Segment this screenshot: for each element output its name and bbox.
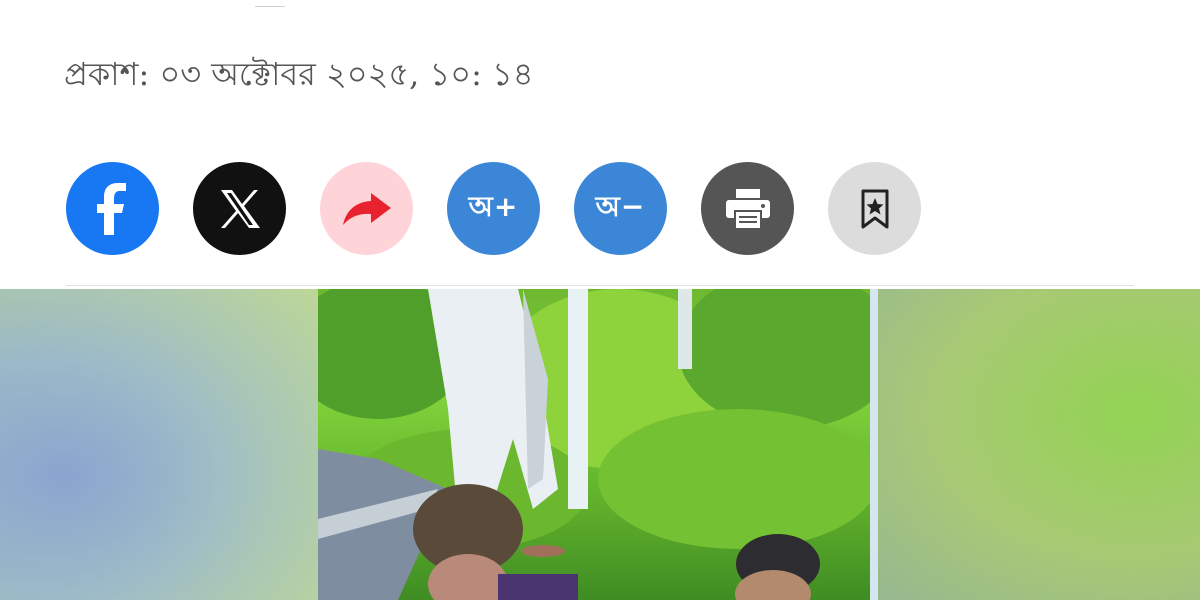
bookmark-star-icon — [861, 189, 888, 228]
font-decrease-button[interactable]: অ− — [574, 162, 667, 255]
bookmark-button[interactable] — [828, 162, 921, 255]
x-icon — [220, 189, 260, 228]
facebook-icon — [96, 182, 126, 235]
divider — [66, 285, 1134, 286]
share-button[interactable] — [320, 162, 413, 255]
share-arrow-icon — [342, 192, 391, 225]
hero-image — [0, 289, 1200, 600]
top-partial-element — [255, 0, 285, 7]
font-decrease-label: অ− — [595, 190, 646, 223]
publish-date: প্রকাশ: ০৩ অক্টোবর ২০২৫, ১০: ১৪ — [64, 55, 534, 93]
facebook-share-button[interactable] — [66, 162, 159, 255]
news-photo — [318, 289, 878, 600]
print-button[interactable] — [701, 162, 794, 255]
hero-blurred-right — [878, 289, 1200, 600]
printer-icon — [725, 188, 770, 229]
hero-blurred-left — [0, 289, 320, 600]
photo-scene — [318, 289, 878, 600]
x-share-button[interactable] — [193, 162, 286, 255]
share-toolbar: অ+ অ− — [66, 162, 921, 255]
font-increase-label: অ+ — [468, 190, 519, 223]
font-increase-button[interactable]: অ+ — [447, 162, 540, 255]
